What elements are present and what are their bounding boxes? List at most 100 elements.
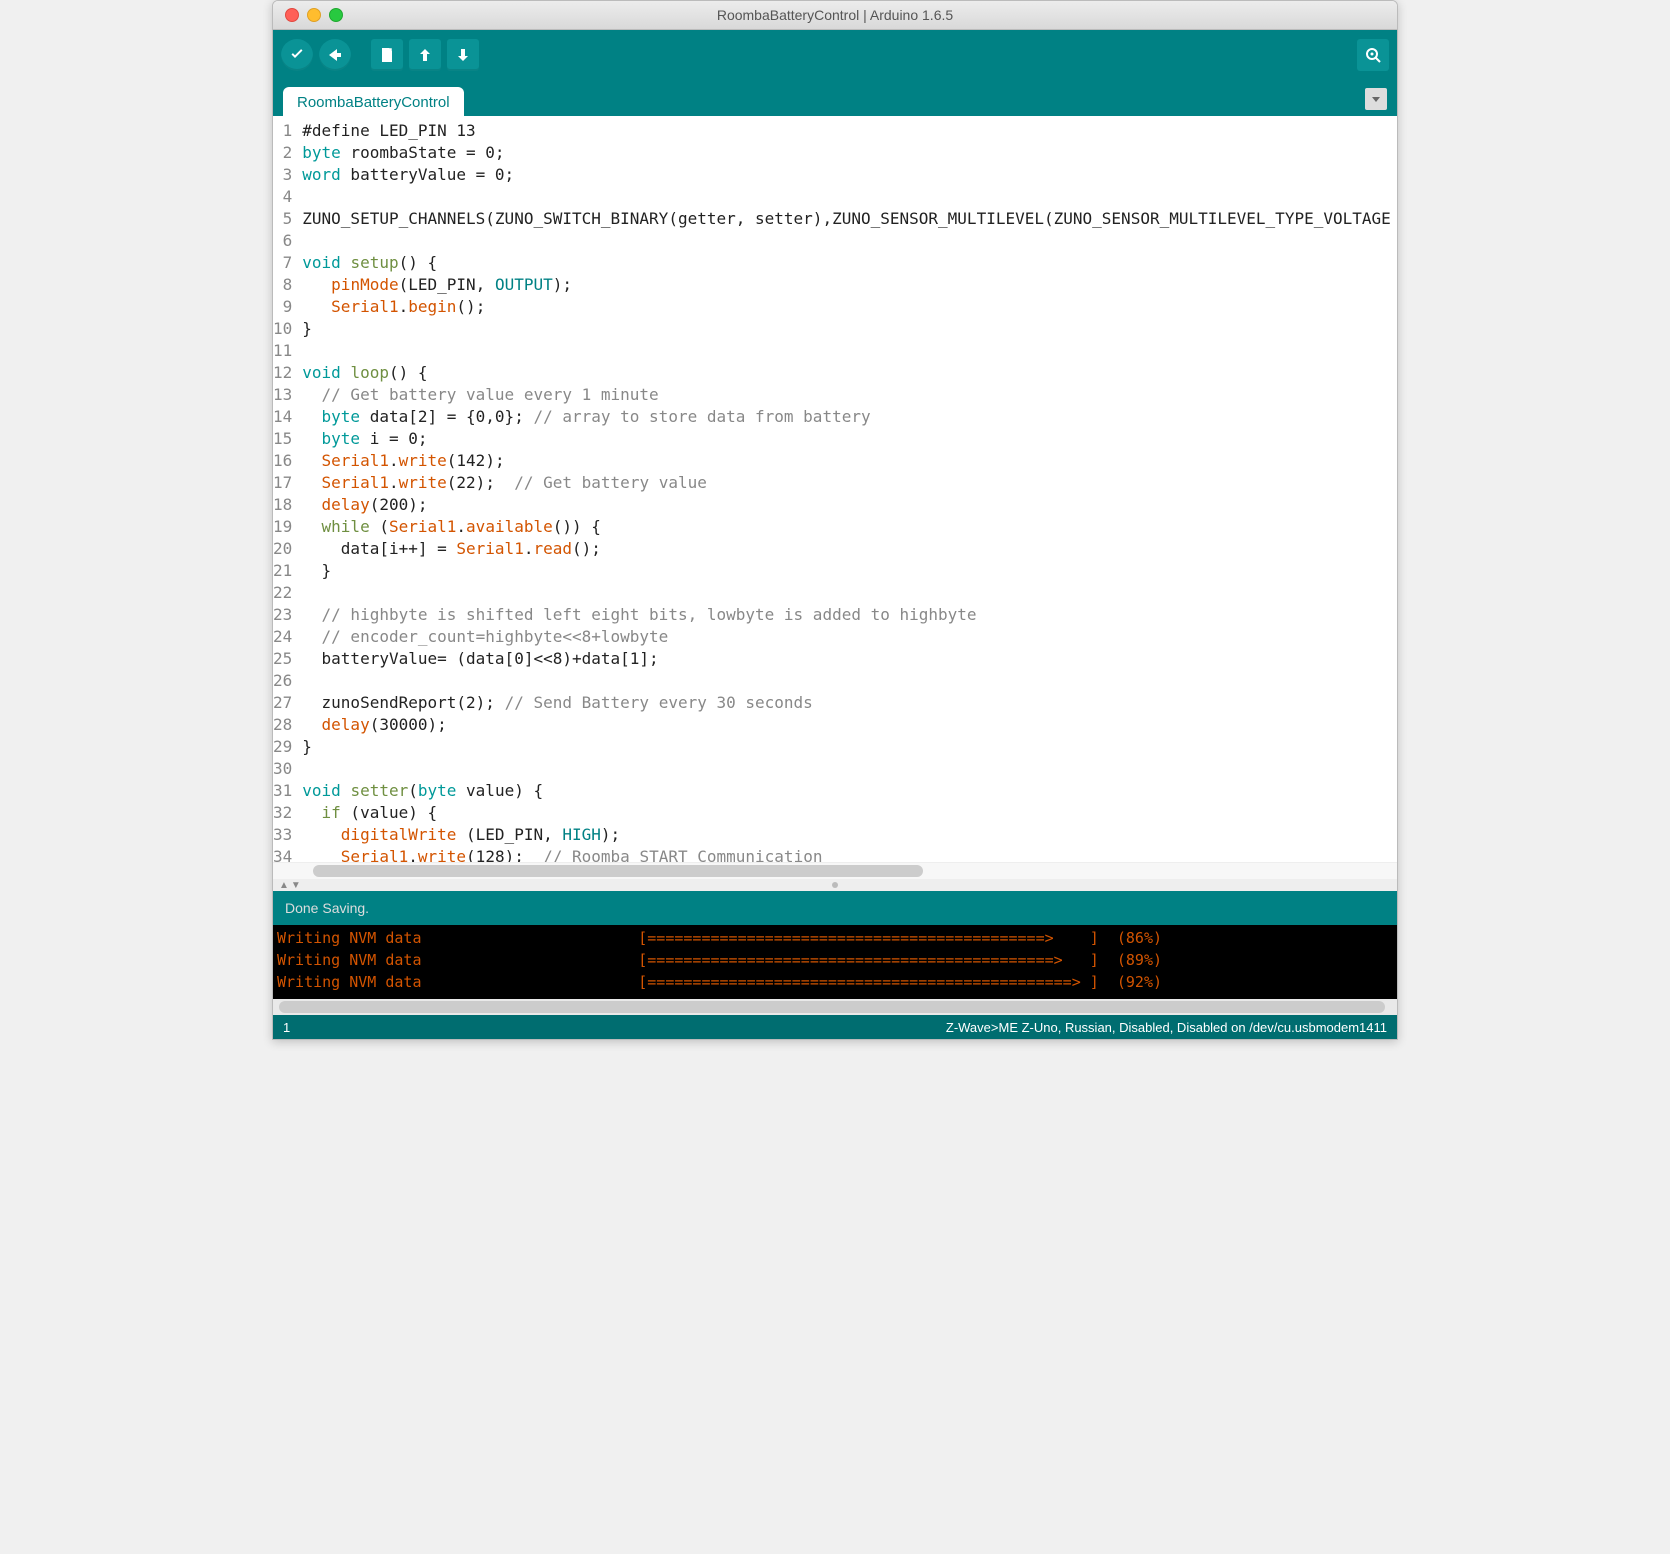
code-line[interactable]: void setter(byte value) { [302, 780, 1397, 802]
code-line[interactable]: pinMode(LED_PIN, OUTPUT); [302, 274, 1397, 296]
code-line[interactable]: while (Serial1.available()) { [302, 516, 1397, 538]
serial-monitor-button[interactable] [1357, 39, 1389, 71]
line-number: 12 [273, 362, 292, 384]
code-line[interactable] [302, 582, 1397, 604]
code-line[interactable]: digitalWrite (LED_PIN, HIGH); [302, 824, 1397, 846]
window-title: RoombaBatteryControl | Arduino 1.6.5 [273, 7, 1397, 23]
line-number: 15 [273, 428, 292, 450]
code-line[interactable]: delay(30000); [302, 714, 1397, 736]
code-line[interactable]: } [302, 736, 1397, 758]
line-number: 25 [273, 648, 292, 670]
code-line[interactable]: if (value) { [302, 802, 1397, 824]
code-line[interactable] [302, 340, 1397, 362]
line-number: 30 [273, 758, 292, 780]
code-line[interactable]: Serial1.begin(); [302, 296, 1397, 318]
line-number: 7 [273, 252, 292, 274]
line-number: 2 [273, 142, 292, 164]
line-number: 26 [273, 670, 292, 692]
splitter-down-icon: ▼ [291, 880, 301, 891]
line-gutter: 1234567891011121314151617181920212223242… [273, 116, 298, 862]
splitter-up-icon: ▲ [279, 880, 289, 891]
line-number: 29 [273, 736, 292, 758]
code-line[interactable]: word batteryValue = 0; [302, 164, 1397, 186]
verify-button[interactable] [281, 39, 313, 71]
code-line[interactable]: ZUNO_SETUP_CHANNELS(ZUNO_SWITCH_BINARY(g… [302, 208, 1397, 230]
code-line[interactable]: Serial1.write(142); [302, 450, 1397, 472]
editor-hscroll-thumb[interactable] [313, 865, 923, 877]
line-number: 19 [273, 516, 292, 538]
status-bar: Done Saving. [273, 891, 1397, 925]
console-line: Writing NVM data [======================… [277, 927, 1393, 949]
tab-menu-button[interactable] [1365, 88, 1387, 110]
toolbar [273, 30, 1397, 80]
board-info: Z-Wave>ME Z-Uno, Russian, Disabled, Disa… [946, 1020, 1387, 1035]
footer: 1 Z-Wave>ME Z-Uno, Russian, Disabled, Di… [273, 1015, 1397, 1039]
code-line[interactable]: } [302, 318, 1397, 340]
code-line[interactable]: byte roombaState = 0; [302, 142, 1397, 164]
console[interactable]: Writing NVM data [======================… [273, 925, 1397, 999]
console-hscroll-thumb[interactable] [279, 1001, 1385, 1013]
line-number: 5 [273, 208, 292, 230]
line-number: 14 [273, 406, 292, 428]
code-line[interactable] [302, 186, 1397, 208]
line-number: 11 [273, 340, 292, 362]
code-line[interactable] [302, 758, 1397, 780]
code-line[interactable]: // encoder_count=highbyte<<8+lowbyte [302, 626, 1397, 648]
code-line[interactable]: batteryValue= (data[0]<<8)+data[1]; [302, 648, 1397, 670]
line-number: 13 [273, 384, 292, 406]
line-number: 34 [273, 846, 292, 862]
line-number: 24 [273, 626, 292, 648]
code-editor[interactable]: 1234567891011121314151617181920212223242… [273, 116, 1397, 862]
line-number: 33 [273, 824, 292, 846]
code-line[interactable] [302, 670, 1397, 692]
open-sketch-button[interactable] [409, 39, 441, 71]
line-number: 10 [273, 318, 292, 340]
code-line[interactable]: byte i = 0; [302, 428, 1397, 450]
code-line[interactable]: void loop() { [302, 362, 1397, 384]
console-line: Writing NVM data [======================… [277, 971, 1393, 993]
code-line[interactable]: zunoSendReport(2); // Send Battery every… [302, 692, 1397, 714]
line-number: 9 [273, 296, 292, 318]
code-line[interactable]: Serial1.write(128); // Roomba START Comm… [302, 846, 1397, 862]
upload-button[interactable] [319, 39, 351, 71]
line-number: 3 [273, 164, 292, 186]
window: RoombaBatteryControl | Arduino 1.6.5 Roo… [272, 0, 1398, 1040]
line-number: 16 [273, 450, 292, 472]
line-number: 23 [273, 604, 292, 626]
code-area[interactable]: #define LED_PIN 13byte roombaState = 0;w… [298, 116, 1397, 862]
code-line[interactable]: // Get battery value every 1 minute [302, 384, 1397, 406]
status-message: Done Saving. [285, 900, 369, 916]
code-line[interactable]: void setup() { [302, 252, 1397, 274]
code-line[interactable]: delay(200); [302, 494, 1397, 516]
code-line[interactable]: // highbyte is shifted left eight bits, … [302, 604, 1397, 626]
line-number: 17 [273, 472, 292, 494]
code-line[interactable]: data[i++] = Serial1.read(); [302, 538, 1397, 560]
editor-hscroll[interactable] [273, 862, 1397, 879]
tab-bar: RoombaBatteryControl [273, 80, 1397, 116]
code-line[interactable]: Serial1.write(22); // Get battery value [302, 472, 1397, 494]
line-number: 4 [273, 186, 292, 208]
line-number: 8 [273, 274, 292, 296]
code-line[interactable] [302, 230, 1397, 252]
console-line: Writing NVM data [======================… [277, 949, 1393, 971]
code-line[interactable]: byte data[2] = {0,0}; // array to store … [302, 406, 1397, 428]
line-number: 1 [273, 120, 292, 142]
line-number: 28 [273, 714, 292, 736]
save-sketch-button[interactable] [447, 39, 479, 71]
code-line[interactable]: } [302, 560, 1397, 582]
line-number: 20 [273, 538, 292, 560]
line-number: 18 [273, 494, 292, 516]
cursor-line: 1 [283, 1020, 290, 1035]
tab-sketch[interactable]: RoombaBatteryControl [283, 87, 464, 116]
code-line[interactable]: #define LED_PIN 13 [302, 120, 1397, 142]
splitter[interactable]: ▲ ▼ [273, 879, 1397, 891]
splitter-handle-icon [832, 882, 838, 888]
line-number: 6 [273, 230, 292, 252]
new-sketch-button[interactable] [371, 39, 403, 71]
line-number: 27 [273, 692, 292, 714]
titlebar: RoombaBatteryControl | Arduino 1.6.5 [273, 1, 1397, 30]
console-hscroll[interactable] [273, 999, 1397, 1015]
line-number: 22 [273, 582, 292, 604]
line-number: 21 [273, 560, 292, 582]
line-number: 32 [273, 802, 292, 824]
